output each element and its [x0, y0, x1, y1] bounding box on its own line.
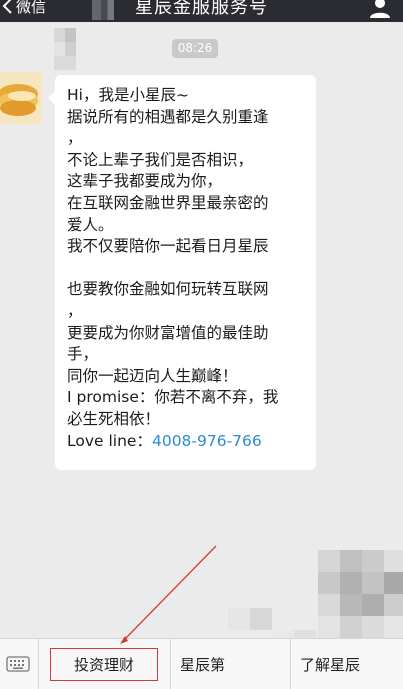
message-line: I promise：你若不离不弃，我: [67, 388, 279, 407]
mosaic-blur: [318, 550, 403, 638]
menu-divider: [290, 639, 291, 689]
menu-item-xingchen[interactable]: 星辰第: [180, 639, 260, 689]
message-line: 我不仅要陪你一起看日月星辰: [67, 237, 269, 256]
message-line: ，: [67, 129, 83, 148]
message-line: 同你一起迈向人生巅峰！: [67, 366, 238, 385]
message-bubble[interactable]: Hi，我是小星辰~ 据说所有的相遇都是久别重逢 ， 不论上辈子我们是否相识， 这…: [48, 75, 316, 470]
message-line: 在互联网金融世界里最亲密的: [67, 193, 269, 212]
message-line: 必生死相依！: [67, 409, 161, 428]
menu-divider: [170, 639, 171, 689]
message-timestamp: 08:26: [172, 39, 218, 58]
navbar: 微信 星辰金服服务号: [0, 0, 403, 22]
profile-icon[interactable]: [369, 0, 391, 19]
message-line: [67, 258, 306, 280]
message-line: 据说所有的相遇都是久别重逢: [67, 107, 269, 126]
message-line: 爱人。: [67, 215, 114, 234]
page-title: 星辰金服服务号: [135, 0, 268, 18]
message-line-love: Love line：4008-976-766: [67, 431, 306, 453]
menu-item-invest[interactable]: 投资理财: [50, 648, 158, 681]
mosaic-blur: [54, 28, 76, 70]
avatar-logo-icon: [0, 72, 42, 124]
keyboard-toggle-button[interactable]: [0, 639, 36, 689]
message-line: 也要教你金融如何玩转互联网: [67, 280, 269, 299]
message-line: 不论上辈子我们是否相识，: [67, 150, 254, 169]
love-line-label: Love line：: [67, 431, 152, 450]
menu-divider: [38, 639, 39, 689]
message-line: Hi，我是小星辰~: [67, 86, 189, 104]
message-line: 手，: [67, 345, 99, 364]
message-line: 这辈子我都要成为你，: [67, 172, 223, 191]
avatar[interactable]: [0, 72, 42, 124]
bottom-menu: 投资理财 星辰第 了解星辰: [0, 638, 403, 689]
message-line: 更要成为你财富增值的最佳助: [67, 323, 269, 342]
menu-item-about[interactable]: 了解星辰: [300, 639, 403, 689]
phone-link[interactable]: 4008-976-766: [152, 432, 262, 450]
message-line: ，: [67, 301, 83, 320]
keyboard-icon: [6, 656, 30, 672]
